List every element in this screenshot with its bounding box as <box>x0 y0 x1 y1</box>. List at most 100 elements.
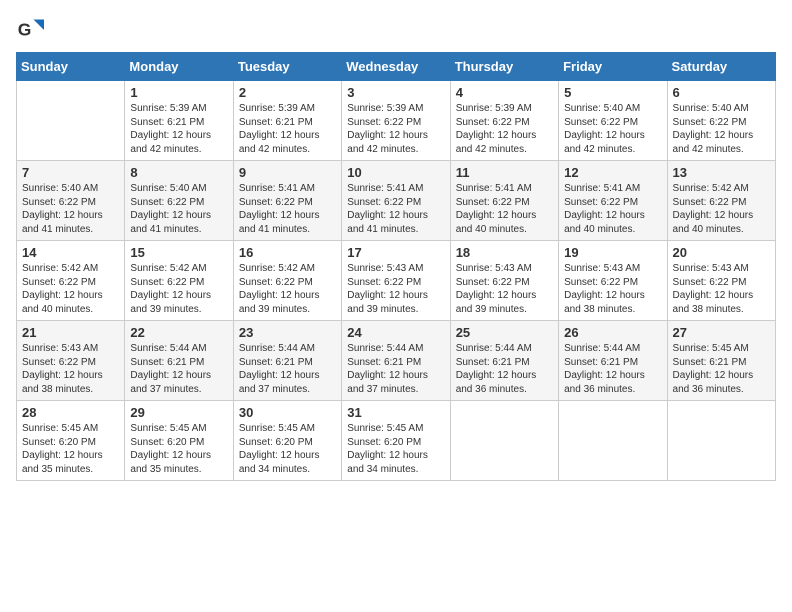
calendar-cell <box>559 401 667 481</box>
calendar-cell: 31Sunrise: 5:45 AMSunset: 6:20 PMDayligh… <box>342 401 450 481</box>
day-content: Sunrise: 5:42 AMSunset: 6:22 PMDaylight:… <box>673 182 770 236</box>
calendar-cell: 1Sunrise: 5:39 AMSunset: 6:21 PMDaylight… <box>125 81 233 161</box>
day-number: 7 <box>22 165 119 180</box>
day-number: 13 <box>673 165 770 180</box>
day-content: Sunrise: 5:39 AMSunset: 6:21 PMDaylight:… <box>130 102 227 156</box>
calendar-cell: 3 Sunrise: 5:39 AMSunset: 6:22 PMDaylight… <box>342 81 450 161</box>
day-number: 22 <box>130 325 227 340</box>
calendar-cell: 12Sunrise: 5:41 AMSunset: 6:22 PMDayligh… <box>559 161 667 241</box>
header-monday: Monday <box>125 53 233 81</box>
calendar-cell: 11 Sunrise: 5:41 AMSunset: 6:22 PMDayligh… <box>450 161 558 241</box>
day-number: 6 <box>673 85 770 100</box>
calendar-cell: 23 Sunrise: 5:44 AMSunset: 6:21 PMDayligh… <box>233 321 341 401</box>
calendar-cell: 10Sunrise: 5:41 AMSunset: 6:22 PMDayligh… <box>342 161 450 241</box>
week-row-1: 1Sunrise: 5:39 AMSunset: 6:21 PMDaylight… <box>17 81 776 161</box>
calendar-cell <box>17 81 125 161</box>
day-number: 23 <box>239 325 336 340</box>
calendar-cell: 15Sunrise: 5:42 AMSunset: 6:22 PMDayligh… <box>125 241 233 321</box>
day-content: Sunrise: 5:40 AMSunset: 6:22 PMDaylight:… <box>22 182 119 236</box>
calendar-cell: 21 Sunrise: 5:43 AMSunset: 6:22 PMDayligh… <box>17 321 125 401</box>
day-number: 8 <box>130 165 227 180</box>
calendar-cell: 8 Sunrise: 5:40 AMSunset: 6:22 PMDaylight… <box>125 161 233 241</box>
header-tuesday: Tuesday <box>233 53 341 81</box>
day-number: 28 <box>22 405 119 420</box>
svg-text:G: G <box>18 19 32 39</box>
week-row-5: 28 Sunrise: 5:45 AMSunset: 6:20 PMDayligh… <box>17 401 776 481</box>
calendar-cell: 7 Sunrise: 5:40 AMSunset: 6:22 PMDaylight… <box>17 161 125 241</box>
day-content: Sunrise: 5:44 AMSunset: 6:21 PMDaylight:… <box>456 342 553 396</box>
day-content: Sunrise: 5:44 AMSunset: 6:21 PMDaylight:… <box>239 342 336 396</box>
calendar-cell: 9Sunrise: 5:41 AMSunset: 6:22 PMDaylight… <box>233 161 341 241</box>
day-number: 29 <box>130 405 227 420</box>
calendar-cell: 24 Sunrise: 5:44 AMSunset: 6:21 PMDayligh… <box>342 321 450 401</box>
day-content: Sunrise: 5:41 AMSunset: 6:22 PMDaylight:… <box>347 182 444 236</box>
logo: G <box>16 16 48 44</box>
week-row-4: 21 Sunrise: 5:43 AMSunset: 6:22 PMDayligh… <box>17 321 776 401</box>
calendar-cell: 2 Sunrise: 5:39 AMSunset: 6:21 PMDaylight… <box>233 81 341 161</box>
day-number: 27 <box>673 325 770 340</box>
day-content: Sunrise: 5:44 AMSunset: 6:21 PMDaylight:… <box>130 342 227 396</box>
calendar-cell: 29 Sunrise: 5:45 AMSunset: 6:20 PMDayligh… <box>125 401 233 481</box>
day-content: Sunrise: 5:39 AMSunset: 6:22 PMDaylight:… <box>456 102 553 156</box>
calendar-cell <box>450 401 558 481</box>
day-content: Sunrise: 5:45 AMSunset: 6:20 PMDaylight:… <box>239 422 336 476</box>
day-content: Sunrise: 5:39 AMSunset: 6:21 PMDaylight:… <box>239 102 336 156</box>
calendar-cell: 19 Sunrise: 5:43 AMSunset: 6:22 PMDayligh… <box>559 241 667 321</box>
day-content: Sunrise: 5:43 AMSunset: 6:22 PMDaylight:… <box>22 342 119 396</box>
week-row-2: 7 Sunrise: 5:40 AMSunset: 6:22 PMDaylight… <box>17 161 776 241</box>
day-content: Sunrise: 5:39 AMSunset: 6:22 PMDaylight:… <box>347 102 444 156</box>
calendar-cell: 20Sunrise: 5:43 AMSunset: 6:22 PMDayligh… <box>667 241 775 321</box>
day-number: 21 <box>22 325 119 340</box>
day-content: Sunrise: 5:41 AMSunset: 6:22 PMDaylight:… <box>456 182 553 236</box>
day-content: Sunrise: 5:45 AMSunset: 6:21 PMDaylight:… <box>673 342 770 396</box>
header-saturday: Saturday <box>667 53 775 81</box>
logo-icon: G <box>16 16 44 44</box>
header-wednesday: Wednesday <box>342 53 450 81</box>
day-number: 30 <box>239 405 336 420</box>
day-number: 19 <box>564 245 661 260</box>
calendar-cell: 30 Sunrise: 5:45 AMSunset: 6:20 PMDayligh… <box>233 401 341 481</box>
header-sunday: Sunday <box>17 53 125 81</box>
day-content: Sunrise: 5:45 AMSunset: 6:20 PMDaylight:… <box>22 422 119 476</box>
calendar-cell: 4 Sunrise: 5:39 AMSunset: 6:22 PMDaylight… <box>450 81 558 161</box>
calendar-cell: 13 Sunrise: 5:42 AMSunset: 6:22 PMDayligh… <box>667 161 775 241</box>
calendar-cell: 18 Sunrise: 5:43 AMSunset: 6:22 PMDayligh… <box>450 241 558 321</box>
week-row-3: 14 Sunrise: 5:42 AMSunset: 6:22 PMDayligh… <box>17 241 776 321</box>
day-number: 24 <box>347 325 444 340</box>
header-row: SundayMondayTuesdayWednesdayThursdayFrid… <box>17 53 776 81</box>
day-number: 20 <box>673 245 770 260</box>
day-content: Sunrise: 5:42 AMSunset: 6:22 PMDaylight:… <box>239 262 336 316</box>
day-number: 17 <box>347 245 444 260</box>
day-content: Sunrise: 5:40 AMSunset: 6:22 PMDaylight:… <box>673 102 770 156</box>
day-number: 4 <box>456 85 553 100</box>
day-number: 11 <box>456 165 553 180</box>
day-number: 9 <box>239 165 336 180</box>
day-number: 3 <box>347 85 444 100</box>
calendar-table: SundayMondayTuesdayWednesdayThursdayFrid… <box>16 52 776 481</box>
day-content: Sunrise: 5:43 AMSunset: 6:22 PMDaylight:… <box>347 262 444 316</box>
calendar-cell: 17 Sunrise: 5:43 AMSunset: 6:22 PMDayligh… <box>342 241 450 321</box>
day-content: Sunrise: 5:43 AMSunset: 6:22 PMDaylight:… <box>564 262 661 316</box>
calendar-cell: 22 Sunrise: 5:44 AMSunset: 6:21 PMDayligh… <box>125 321 233 401</box>
calendar-cell: 25 Sunrise: 5:44 AMSunset: 6:21 PMDayligh… <box>450 321 558 401</box>
day-number: 14 <box>22 245 119 260</box>
header-friday: Friday <box>559 53 667 81</box>
day-number: 25 <box>456 325 553 340</box>
calendar-cell: 5Sunrise: 5:40 AMSunset: 6:22 PMDaylight… <box>559 81 667 161</box>
calendar-cell: 6 Sunrise: 5:40 AMSunset: 6:22 PMDaylight… <box>667 81 775 161</box>
calendar-cell: 14 Sunrise: 5:42 AMSunset: 6:22 PMDayligh… <box>17 241 125 321</box>
calendar-cell: 28 Sunrise: 5:45 AMSunset: 6:20 PMDayligh… <box>17 401 125 481</box>
day-number: 5 <box>564 85 661 100</box>
header-thursday: Thursday <box>450 53 558 81</box>
day-content: Sunrise: 5:42 AMSunset: 6:22 PMDaylight:… <box>22 262 119 316</box>
day-content: Sunrise: 5:43 AMSunset: 6:22 PMDaylight:… <box>456 262 553 316</box>
day-number: 31 <box>347 405 444 420</box>
day-content: Sunrise: 5:40 AMSunset: 6:22 PMDaylight:… <box>130 182 227 236</box>
day-content: Sunrise: 5:45 AMSunset: 6:20 PMDaylight:… <box>130 422 227 476</box>
day-number: 2 <box>239 85 336 100</box>
day-content: Sunrise: 5:44 AMSunset: 6:21 PMDaylight:… <box>347 342 444 396</box>
day-number: 18 <box>456 245 553 260</box>
day-number: 12 <box>564 165 661 180</box>
calendar-cell: 27 Sunrise: 5:45 AMSunset: 6:21 PMDayligh… <box>667 321 775 401</box>
calendar-cell: 26Sunrise: 5:44 AMSunset: 6:21 PMDayligh… <box>559 321 667 401</box>
